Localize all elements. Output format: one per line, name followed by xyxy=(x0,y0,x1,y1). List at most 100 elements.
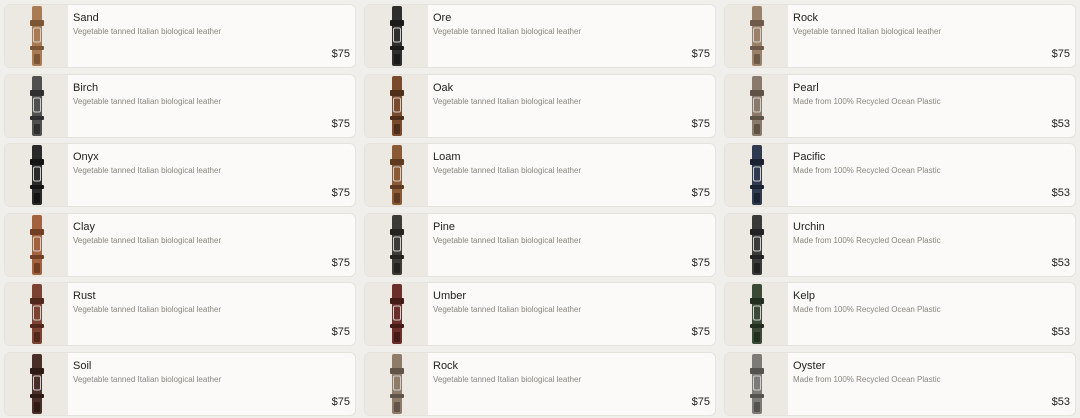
watch-strap-image xyxy=(5,144,68,206)
watch-strap-icon xyxy=(749,214,764,275)
watch-strap-image xyxy=(725,144,788,206)
product-name: Oyster xyxy=(793,359,826,372)
watch-strap-image xyxy=(365,5,428,67)
watch-strap-icon xyxy=(389,214,404,275)
watch-strap-icon xyxy=(29,353,44,414)
product-name: Urchin xyxy=(793,220,825,233)
product-card[interactable]: Sand Vegetable tanned Italian biological … xyxy=(4,4,356,68)
product-card[interactable]: Loam Vegetable tanned Italian biological … xyxy=(364,143,716,207)
product-price: $75 xyxy=(691,48,710,60)
watch-strap-icon xyxy=(749,353,764,414)
watch-strap-icon xyxy=(29,284,44,344)
product-description: Made from 100% Recycled Ocean Plastic xyxy=(793,166,941,175)
product-description: Vegetable tanned Italian biological leat… xyxy=(433,235,582,245)
watch-strap-image xyxy=(5,352,68,415)
product-card[interactable]: Umber Vegetable tanned Italian biological… xyxy=(364,282,716,346)
product-name: Birch xyxy=(73,81,99,94)
watch-strap-image xyxy=(725,74,788,137)
product-description: Vegetable tanned Italian biological leat… xyxy=(793,27,942,36)
product-name: Rock xyxy=(433,359,459,372)
watch-strap-image xyxy=(5,5,68,67)
watch-strap-icon xyxy=(29,214,44,275)
watch-strap-icon xyxy=(389,353,404,414)
product-description: Vegetable tanned Italian biological leat… xyxy=(433,27,582,36)
product-description: Made from 100% Recycled Ocean Plastic xyxy=(793,96,941,106)
product-card[interactable]: Pacific Made from 100% Recycled Ocean Pla… xyxy=(724,143,1076,207)
product-name: Clay xyxy=(73,220,96,233)
product-name: Kelp xyxy=(793,290,816,302)
product-price: $53 xyxy=(1051,326,1070,338)
watch-strap-icon xyxy=(749,145,764,205)
product-card[interactable]: Ore Vegetable tanned Italian biological l… xyxy=(364,4,716,68)
product-card[interactable]: Soil Vegetable tanned Italian biological … xyxy=(4,351,356,416)
watch-strap-image xyxy=(5,213,68,276)
watch-strap-icon xyxy=(749,284,764,344)
product-name: Ore xyxy=(433,12,452,24)
product-name: Loam xyxy=(433,151,461,163)
product-price: $53 xyxy=(1051,395,1070,408)
product-price: $75 xyxy=(331,117,350,130)
product-card[interactable]: Rock Vegetable tanned Italian biological … xyxy=(724,4,1076,68)
watch-strap-icon xyxy=(749,75,764,136)
product-description: Made from 100% Recycled Ocean Plastic xyxy=(793,235,941,245)
product-name: Soil xyxy=(73,359,92,372)
product-price: $75 xyxy=(331,326,350,338)
watch-strap-icon xyxy=(29,75,44,136)
product-name: Rust xyxy=(73,290,96,302)
product-price: $75 xyxy=(331,187,350,199)
product-description: Vegetable tanned Italian biological leat… xyxy=(73,96,222,106)
watch-strap-icon xyxy=(389,6,404,66)
product-description: Made from 100% Recycled Ocean Plastic xyxy=(793,305,941,314)
product-card[interactable]: Birch Vegetable tanned Italian biological… xyxy=(4,73,356,138)
product-card[interactable]: Onyx Vegetable tanned Italian biological … xyxy=(4,143,356,207)
product-price: $75 xyxy=(331,395,350,408)
watch-strap-image xyxy=(725,283,788,345)
product-price: $53 xyxy=(1051,187,1070,199)
product-price: $75 xyxy=(1051,48,1070,60)
watch-strap-image xyxy=(725,352,788,415)
product-price: $75 xyxy=(331,48,350,60)
product-card[interactable]: Pine Vegetable tanned Italian biological … xyxy=(364,212,716,277)
product-name: Pine xyxy=(433,220,456,233)
product-price: $75 xyxy=(691,256,710,269)
product-description: Vegetable tanned Italian biological leat… xyxy=(433,374,582,384)
watch-strap-icon xyxy=(29,145,44,205)
product-card[interactable]: Kelp Made from 100% Recycled Ocean Plasti… xyxy=(724,282,1076,346)
product-card[interactable]: Clay Vegetable tanned Italian biological … xyxy=(4,212,356,277)
product-grid: Sand Vegetable tanned Italian biological … xyxy=(0,0,1080,418)
product-price: $53 xyxy=(1051,256,1070,269)
watch-strap-icon xyxy=(29,6,44,66)
product-card[interactable]: Oyster Made from 100% Recycled Ocean Plas… xyxy=(724,351,1076,416)
product-card[interactable]: Pearl Made from 100% Recycled Ocean Plast… xyxy=(724,73,1076,138)
watch-strap-image xyxy=(365,283,428,345)
product-card[interactable]: Urchin Made from 100% Recycled Ocean Plas… xyxy=(724,212,1076,277)
product-name: Umber xyxy=(433,290,467,302)
watch-strap-image xyxy=(5,74,68,137)
product-description: Vegetable tanned Italian biological leat… xyxy=(433,166,582,175)
watch-strap-image xyxy=(365,213,428,276)
product-price: $75 xyxy=(691,117,710,130)
product-description: Vegetable tanned Italian biological leat… xyxy=(73,27,222,36)
watch-strap-icon xyxy=(389,145,404,205)
watch-strap-image xyxy=(365,144,428,206)
watch-strap-image xyxy=(365,74,428,137)
product-description: Vegetable tanned Italian biological leat… xyxy=(433,305,582,314)
product-price: $75 xyxy=(331,256,350,269)
product-description: Vegetable tanned Italian biological leat… xyxy=(73,374,222,384)
product-description: Made from 100% Recycled Ocean Plastic xyxy=(793,374,941,384)
product-description: Vegetable tanned Italian biological leat… xyxy=(73,166,222,175)
watch-strap-image xyxy=(725,5,788,67)
product-name: Pearl xyxy=(793,81,819,94)
watch-strap-image xyxy=(5,283,68,345)
watch-strap-icon xyxy=(389,75,404,136)
product-card[interactable]: Rock Vegetable tanned Italian biological … xyxy=(364,351,716,416)
product-description: Vegetable tanned Italian biological leat… xyxy=(73,305,222,314)
watch-strap-image xyxy=(365,352,428,415)
product-price: $75 xyxy=(691,326,710,338)
watch-strap-icon xyxy=(749,6,764,66)
product-name: Rock xyxy=(793,12,819,24)
product-price: $75 xyxy=(691,187,710,199)
product-card[interactable]: Rust Vegetable tanned Italian biological … xyxy=(4,282,356,346)
product-price: $53 xyxy=(1051,117,1070,130)
product-card[interactable]: Oak Vegetable tanned Italian biological l… xyxy=(364,73,716,138)
